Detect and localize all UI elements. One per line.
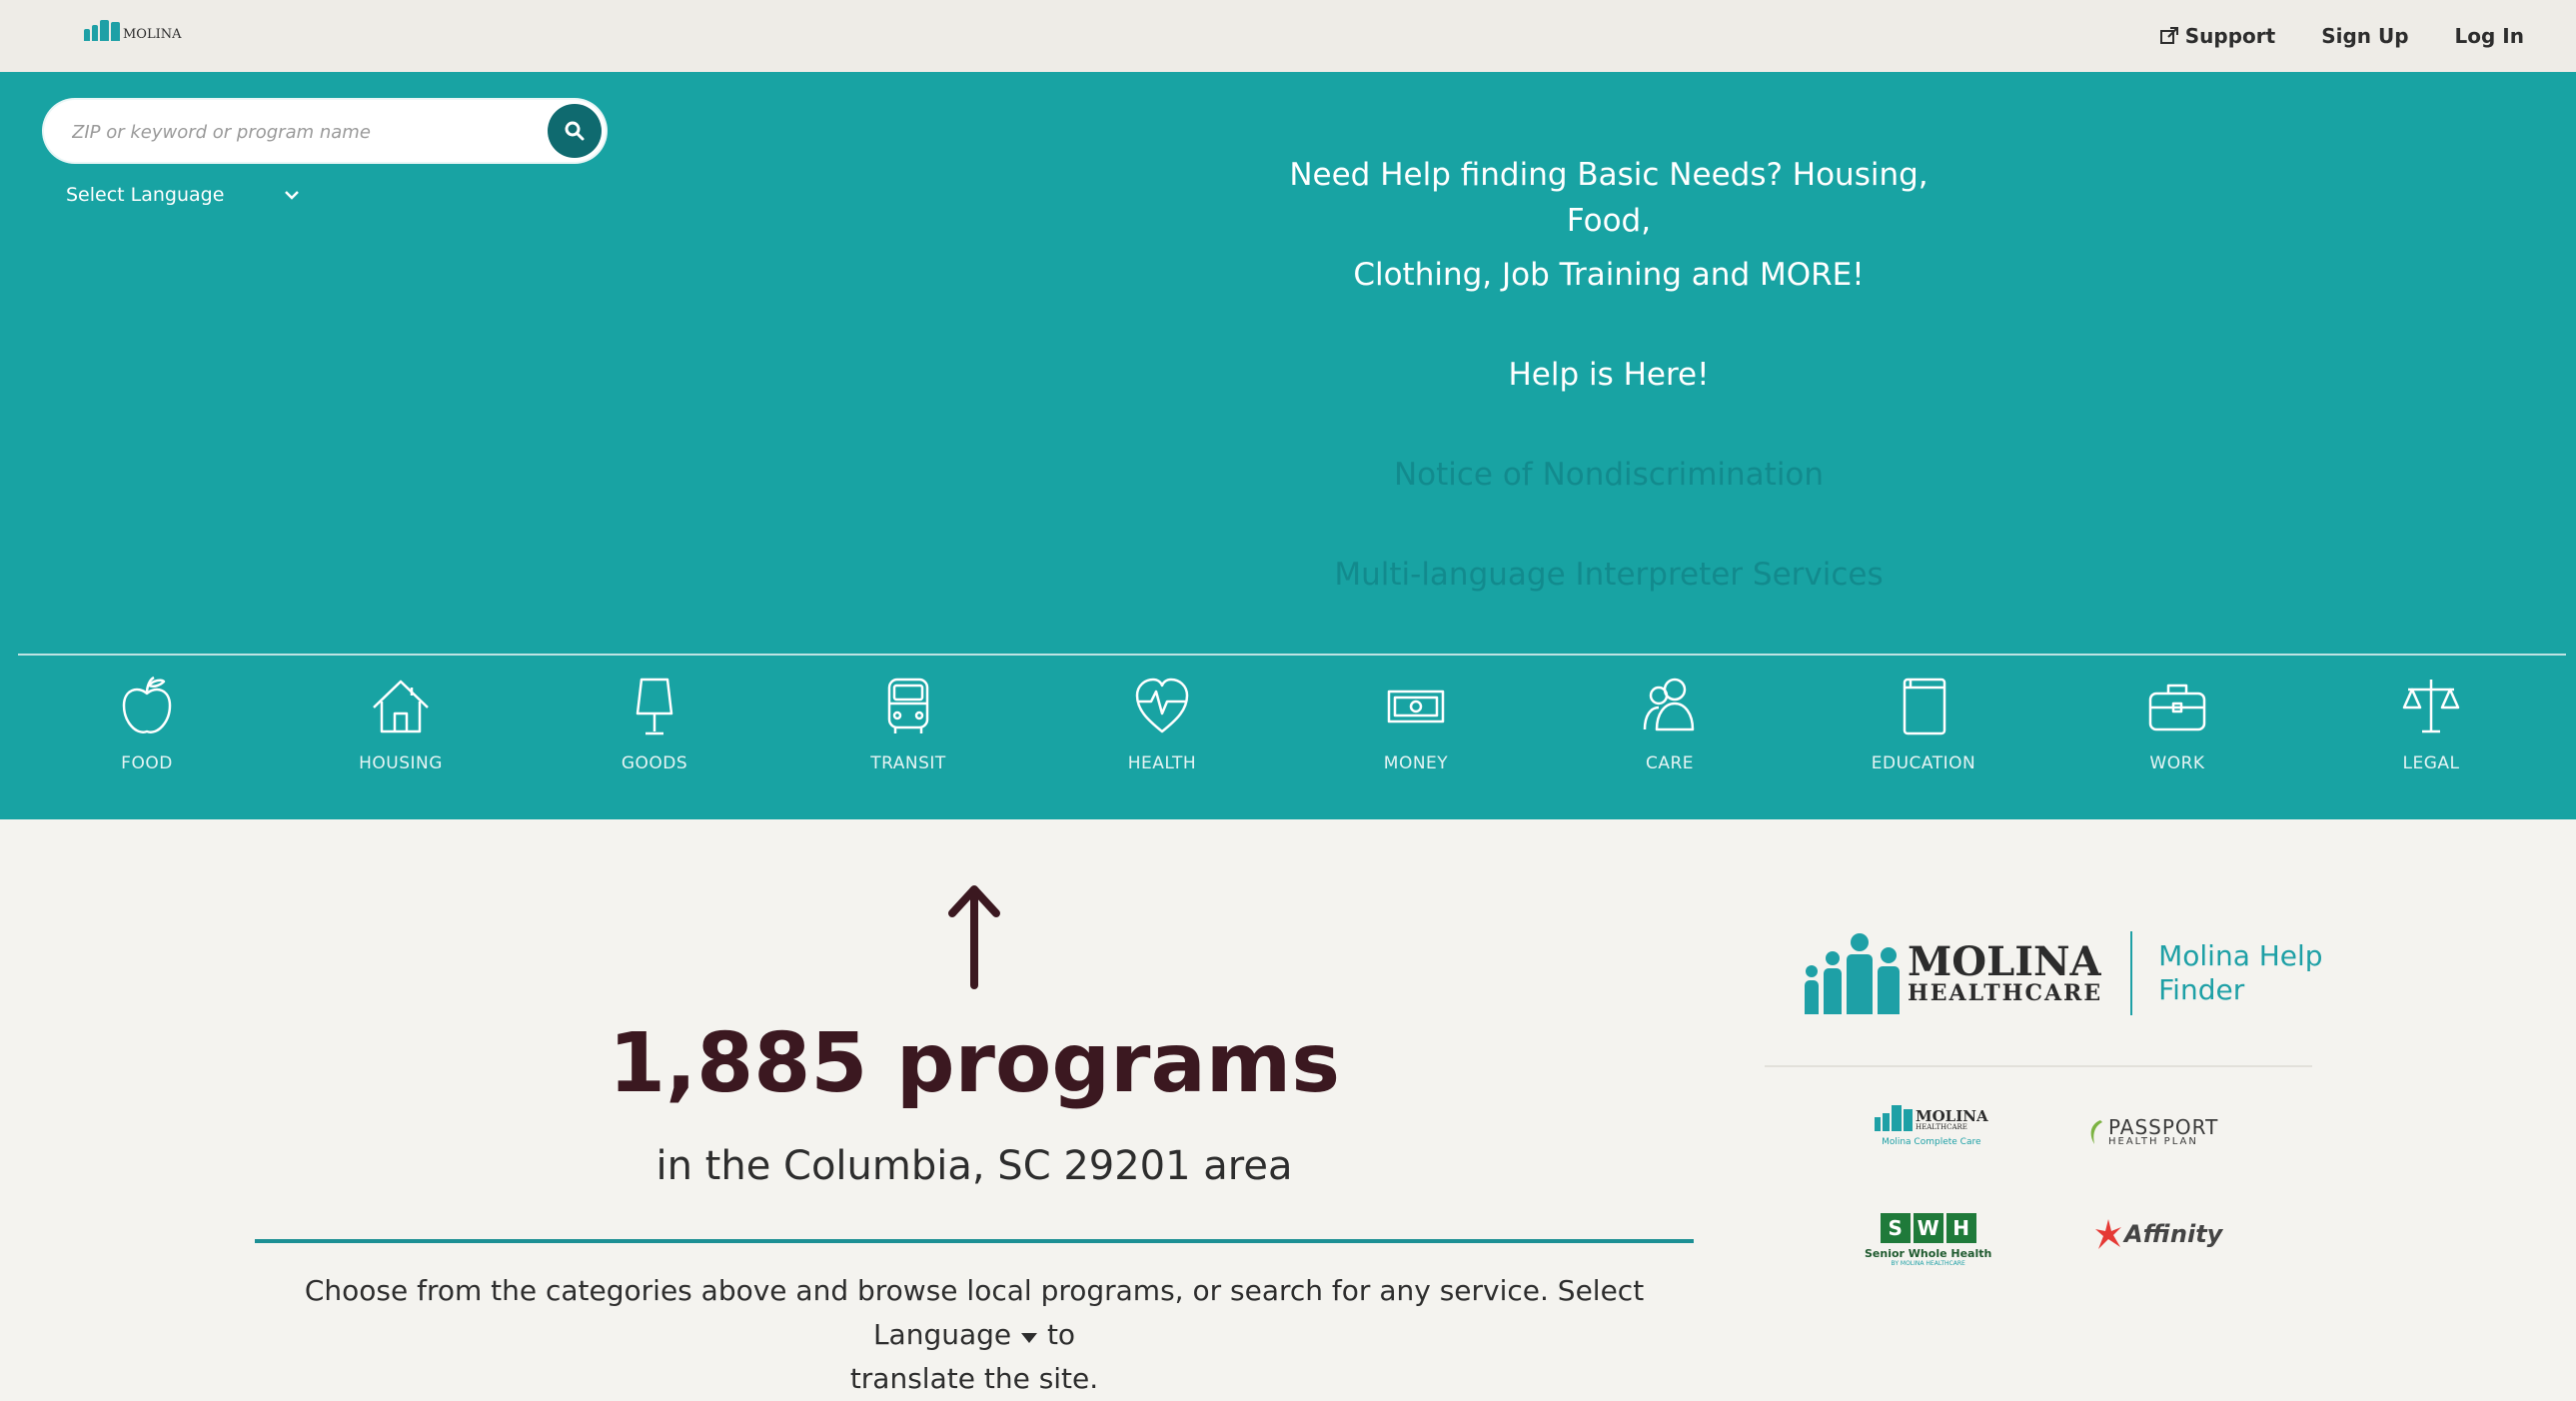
hero-line-3: Help is Here! [1508,357,1710,393]
chevron-down-icon [285,191,300,200]
partner-name: MOLINA [1916,1107,1988,1125]
category-label: TRANSIT [870,753,946,773]
molina-people-icon [1805,932,1900,1014]
sign-up-link[interactable]: Sign Up [2321,24,2408,48]
heart-pulse-icon [1135,678,1189,733]
partner-name: PASSPORT [2108,1115,2219,1139]
bus-icon [887,678,929,733]
swh-letter: S [1880,1213,1911,1243]
search-button[interactable] [548,104,602,158]
hero-line-1: Need Help finding Basic Needs? Housing, … [1289,157,1929,239]
instruction-part-1: Choose from the categories above and bro… [304,1274,1645,1351]
briefcase-icon [2148,684,2206,731]
category-label: GOODS [621,753,688,773]
category-health[interactable]: HEALTH [1035,670,1289,799]
nondiscrimination-link[interactable]: Notice of Nondiscrimination [1279,452,1938,552]
molina-complete-care-logo: MOLINA HEALTHCARE Molina Complete Care [1875,1105,1988,1147]
category-bar: FOOD HOUSING GOODS TRANSIT HEALTH MONEY … [20,670,2558,799]
product-name: Molina Help Finder [2158,939,2323,1007]
category-care[interactable]: CARE [1543,670,1797,799]
category-label: HOUSING [359,753,443,773]
interpreter-services-link[interactable]: Multi-language Interpreter Services [1279,552,1938,652]
results-divider [255,1239,1694,1243]
search-bar [44,100,606,162]
hero-line-2: Clothing, Job Training and MORE! [1353,257,1865,293]
category-label: LEGAL [2402,753,2460,773]
apple-icon [122,676,172,733]
product-name-line-2: Finder [2158,973,2245,1006]
brand-name: MOLINA [1908,938,2101,985]
category-work[interactable]: WORK [2050,670,2304,799]
partner-name: Senior Whole Health [1865,1247,1992,1260]
banknote-icon [1387,690,1445,723]
top-nav: Support Sign Up Log In [2159,0,2524,72]
language-label: Select Language [66,184,225,206]
external-link-icon [2159,27,2178,44]
category-label: EDUCATION [1871,753,1976,773]
brand-separator [2130,931,2133,1015]
partner-sub: HEALTHCARE [1916,1123,1967,1131]
category-goods[interactable]: GOODS [528,670,781,799]
molina-logo[interactable]: MOLINA [84,20,182,41]
program-area: in the Columbia, SC 29201 area [655,1143,1293,1189]
molina-wordmark: MOLINA HEALTHCARE [1908,938,2103,1006]
partner-sub: BY MOLINA HEALTHCARE [1891,1260,1965,1267]
book-icon [1903,678,1946,735]
top-bar: MOLINA Support Sign Up Log In [0,0,2576,73]
category-money[interactable]: MONEY [1289,670,1543,799]
affinity-logo: Affinity [2094,1217,2222,1251]
search-icon [565,121,585,141]
support-label: Support [2184,24,2276,48]
log-in-link[interactable]: Log In [2455,24,2524,48]
lamp-icon [636,678,673,735]
brand-subname: HEALTHCARE [1908,980,2103,1006]
hero-divider [18,654,2566,656]
category-transit[interactable]: TRANSIT [781,670,1035,799]
affinity-star-icon [2095,1219,2121,1249]
passport-swoosh-icon [2090,1120,2102,1144]
category-label: FOOD [121,753,173,773]
passport-health-plan-logo: PASSPORT HEALTH PLAN [2086,1117,2218,1147]
instruction-part-3: translate the site. [849,1362,1099,1395]
caret-down-icon [1021,1333,1038,1343]
category-housing[interactable]: HOUSING [274,670,528,799]
scales-icon [2402,680,2460,733]
people-logo-icon [84,20,120,41]
swh-letter: W [1913,1213,1943,1243]
product-name-line-1: Molina Help [2158,939,2323,972]
program-count: 1,885 programs [608,1016,1341,1111]
hero-message: Need Help finding Basic Needs? Housing, … [1279,152,1938,652]
language-select[interactable]: Select Language [66,184,300,206]
brand-divider [1765,1065,2312,1067]
swh-letter: H [1945,1213,1976,1243]
partner-caption: Molina Complete Care [1882,1137,1981,1147]
search-input[interactable] [70,112,554,152]
category-legal[interactable]: LEGAL [2304,670,2558,799]
senior-whole-health-logo: S W H Senior Whole Health BY MOLINA HEAL… [1865,1213,1991,1267]
people-logo-icon [1875,1105,1913,1131]
category-label: CARE [1645,753,1695,773]
category-food[interactable]: FOOD [20,670,274,799]
category-education[interactable]: EDUCATION [1797,670,2050,799]
category-label: MONEY [1383,753,1449,773]
category-label: WORK [2149,753,2205,773]
house-icon [373,680,429,733]
category-label: HEALTH [1127,753,1197,773]
partner-name: Affinity [2124,1220,2223,1248]
instruction-part-2: to [1046,1318,1076,1351]
arrow-up-icon [948,885,1000,989]
brand-header: MOLINA HEALTHCARE Molina Help Finder [1805,931,2323,1015]
support-link[interactable]: Support [2159,24,2275,48]
logo-wordmark: MOLINA [123,27,182,42]
instruction-text: Choose from the categories above and bro… [255,1269,1694,1401]
people-icon [1643,678,1695,731]
